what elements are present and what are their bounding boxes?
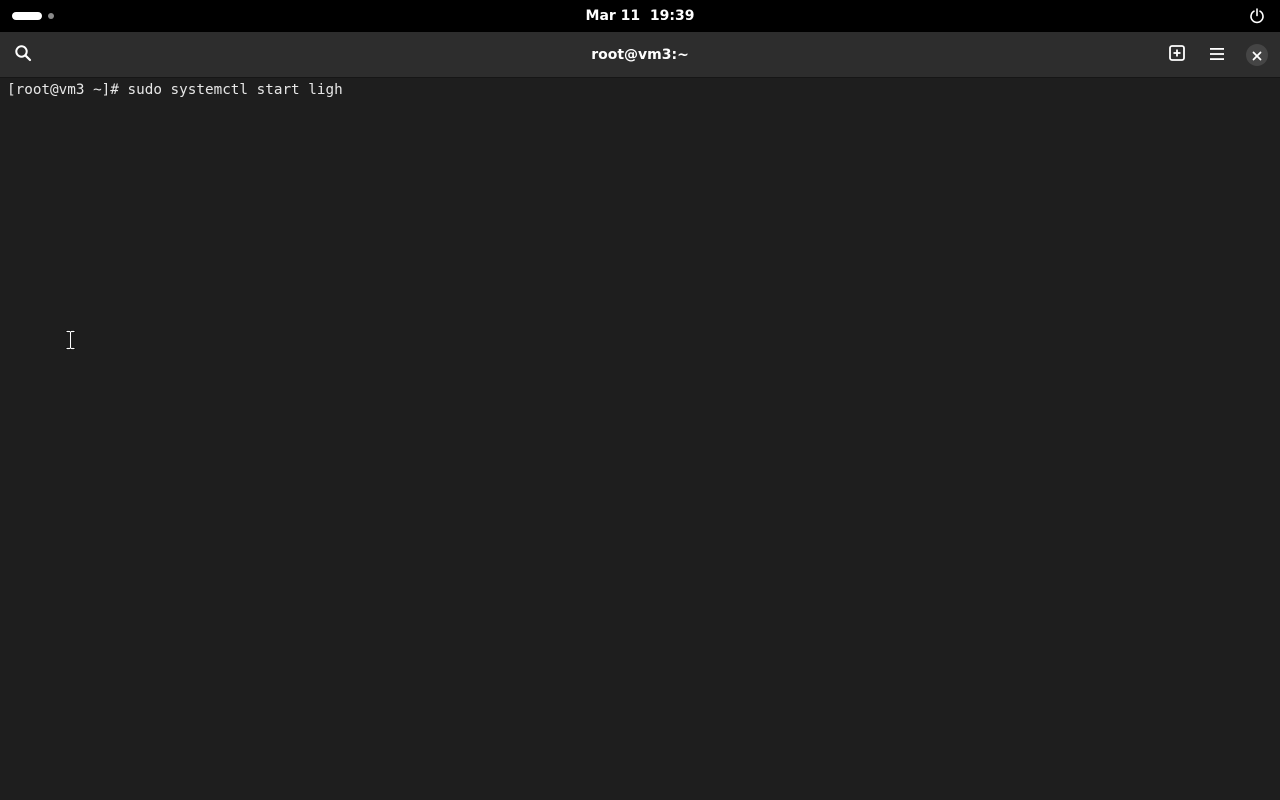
- terminal-line: [root@vm3 ~]# sudo systemctl start ligh: [7, 81, 343, 99]
- search-button[interactable]: [8, 40, 38, 70]
- shell-prompt: [root@vm3 ~]#: [7, 82, 128, 98]
- terminal-header-bar: root@vm3:~: [0, 32, 1280, 78]
- hamburger-menu-icon: [1209, 46, 1225, 65]
- close-window-button[interactable]: [1246, 44, 1268, 66]
- main-menu-button[interactable]: [1202, 40, 1232, 70]
- power-icon[interactable]: [1248, 7, 1266, 25]
- top-bar: Mar 11 19:39: [0, 0, 1280, 32]
- activities-button[interactable]: [12, 10, 54, 22]
- clock-label[interactable]: Mar 11 19:39: [586, 8, 695, 24]
- new-tab-button[interactable]: [1162, 40, 1192, 70]
- window-title: root@vm3:~: [591, 47, 689, 63]
- workspace-dot-icon: [48, 13, 54, 19]
- new-tab-icon: [1168, 44, 1186, 66]
- clock: Mar 11 19:39: [0, 0, 1280, 32]
- text-cursor-icon: [65, 330, 76, 350]
- terminal-area[interactable]: [root@vm3 ~]# sudo systemctl start ligh: [0, 78, 1280, 800]
- close-icon: [1252, 46, 1262, 65]
- command-input[interactable]: sudo systemctl start ligh: [128, 82, 343, 98]
- workspace-indicator-icon: [12, 12, 42, 20]
- search-icon: [14, 44, 32, 66]
